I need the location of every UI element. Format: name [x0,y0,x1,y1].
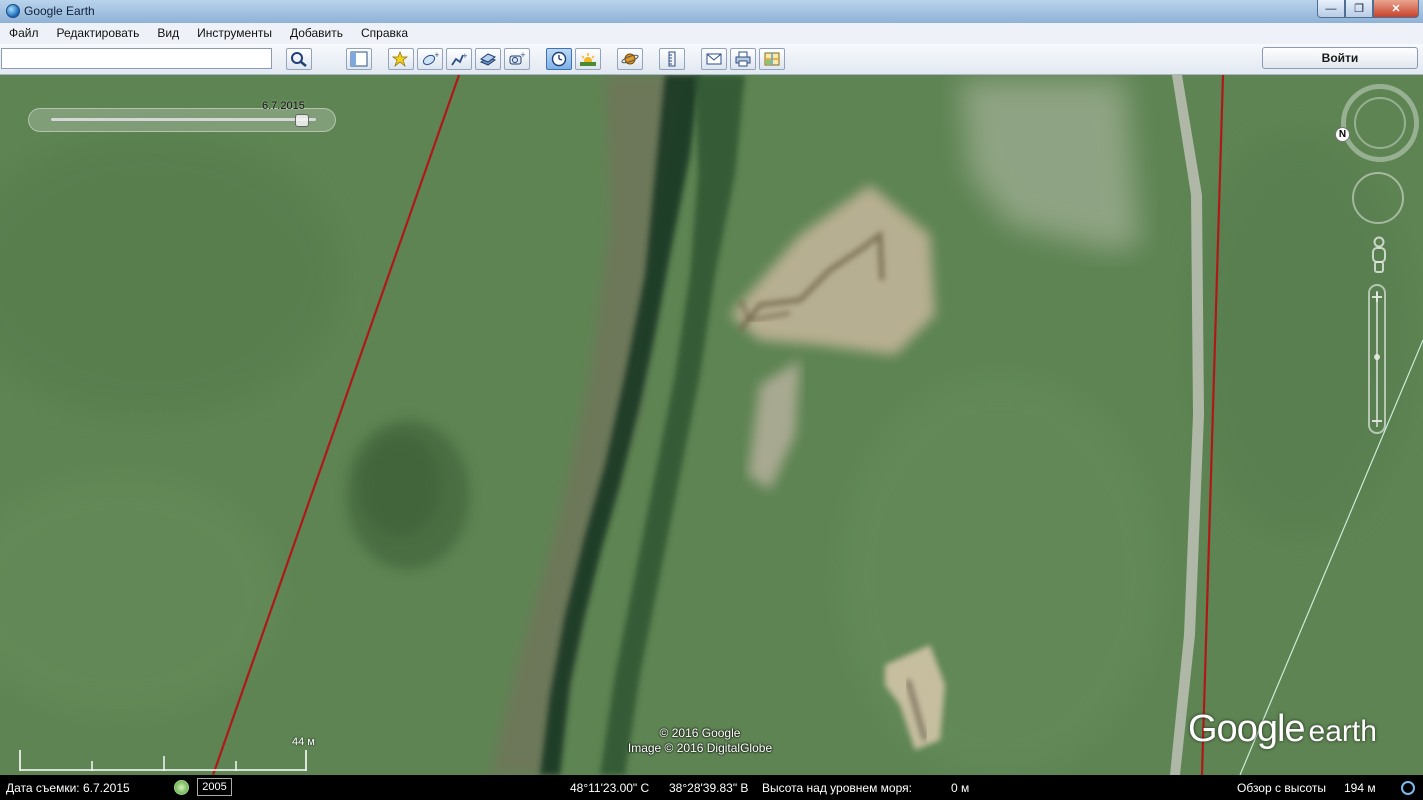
ruler-icon [668,51,676,67]
menu-edit[interactable]: Редактировать [48,23,149,44]
svg-text:+: + [520,51,526,59]
login-button[interactable]: Войти [1262,47,1418,69]
maximize-button[interactable]: ❐ [1345,0,1373,18]
image-overlay-icon [479,53,497,66]
scale-legend [19,750,307,771]
record-tour-button[interactable]: + [504,48,530,70]
elevation-value: 0 м [951,781,970,795]
scale-label: 44 м [292,736,315,748]
search-icon [291,52,307,67]
time-slider-track[interactable] [50,117,317,122]
planet-switch-button[interactable] [617,48,643,70]
view-in-google-maps-button[interactable] [759,48,785,70]
menu-tools[interactable]: Инструменты [188,23,281,44]
menu-bar: Файл Редактировать Вид Инструменты Добав… [0,23,1423,45]
imagery-year[interactable]: 2005 [197,778,232,796]
latitude: 48°11'23.00" С [570,781,650,795]
eye-altitude-label: Обзор с высоты [1237,781,1326,795]
google-earth-logo: Google earth [1188,708,1377,751]
add-image-overlay-button[interactable] [475,48,501,70]
attribution-google: © 2016 Google [659,726,741,740]
satellite-imagery [0,75,1423,775]
eye-altitude-value: 194 м [1344,781,1376,795]
attribution-digitalglobe: Image © 2016 DigitalGlobe [627,741,773,755]
logo-earth: earth [1308,715,1377,748]
search-button[interactable] [286,48,312,70]
sunlight-button[interactable] [575,48,601,70]
capture-date: Дата съемки: 6.7.2015 [6,781,130,795]
path-icon: + [451,52,468,66]
toolbar: + + + [0,44,1423,75]
print-icon [735,51,751,67]
menu-file[interactable]: Файл [0,23,48,44]
email-button[interactable] [701,48,727,70]
status-bar: Дата съемки: 6.7.2015 2005 48°11'23.00" … [0,775,1423,800]
add-polygon-button[interactable]: + [417,48,443,70]
historical-imagery-button[interactable] [546,48,572,70]
map-viewport[interactable] [0,75,1423,775]
minimize-button[interactable]: — [1317,0,1345,18]
svg-text:+: + [462,52,468,60]
time-slider-date: 6.7.2015 [262,100,305,112]
window-controls: — ❐ ✕ [1317,0,1419,18]
search-input[interactable] [1,48,272,69]
polygon-icon: + [422,51,439,66]
sidebar-toggle-button[interactable] [346,48,372,70]
zoom-thumb[interactable] [1374,354,1380,360]
time-slider-thumb[interactable] [295,114,310,127]
print-button[interactable] [730,48,756,70]
sidebar-icon [350,51,368,67]
historical-imagery-icon[interactable] [174,780,189,795]
email-icon [706,53,722,65]
street-view-pegman-icon[interactable] [1368,236,1390,274]
add-path-button[interactable]: + [446,48,472,70]
logo-google: Google [1188,708,1306,750]
window-title: Google Earth [24,4,95,18]
menu-view[interactable]: Вид [148,23,188,44]
google-maps-icon [764,52,780,66]
longitude: 38°28'39.83" В [669,781,749,795]
menu-add[interactable]: Добавить [281,23,352,44]
google-earth-app-icon [6,4,20,18]
placemark-icon [392,51,409,67]
add-placemark-button[interactable] [388,48,414,70]
elevation-label: Высота над уровнем моря: [762,781,912,795]
zoom-slider[interactable] [1366,283,1388,435]
imagery-attribution: © 2016 Google Image © 2016 DigitalGlobe [600,726,800,756]
move-joystick[interactable] [1352,172,1404,224]
svg-text:+: + [434,51,439,59]
menu-help[interactable]: Справка [352,23,417,44]
look-around-center[interactable] [1354,97,1406,149]
sunlight-icon [580,53,596,66]
close-button[interactable]: ✕ [1373,0,1419,18]
title-bar: Google Earth — ❐ ✕ [0,0,1423,24]
planet-icon [621,53,639,65]
historical-imagery-icon [551,51,567,67]
north-up-button[interactable]: N [1335,127,1350,142]
ruler-button[interactable] [659,48,685,70]
streaming-status-icon [1401,781,1415,795]
record-tour-icon: + [509,51,526,65]
